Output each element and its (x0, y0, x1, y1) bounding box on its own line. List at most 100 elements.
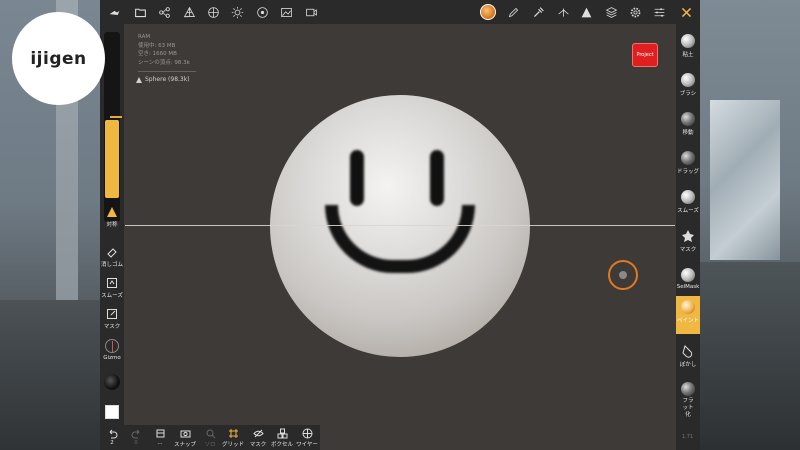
scene-tree-icon[interactable] (156, 4, 172, 20)
tool-smooth[interactable]: スムーズ (676, 186, 700, 224)
mask-icon (107, 309, 117, 319)
tool-brush[interactable]: ブラシ (676, 69, 700, 107)
symmetry-toggle[interactable]: 対称 (100, 206, 124, 228)
mesh-selector[interactable]: Sphere (98.3k) (136, 76, 190, 83)
drag-icon (681, 151, 695, 165)
sliders-icon[interactable] (651, 4, 667, 20)
undo-icon (109, 429, 117, 439)
blur-drop-icon (682, 345, 693, 358)
top-toolbar: ... (100, 0, 700, 24)
layer-stack-icon (156, 429, 164, 438)
eraser-button[interactable]: 消しゴム (100, 246, 124, 268)
tool-blur-label: ぼかし (679, 362, 697, 368)
tool-flatten-label: フラット化 (682, 398, 694, 418)
wireframe-label: ワイヤー (296, 442, 318, 448)
tool-clay[interactable]: 粘土 (676, 30, 700, 68)
topology-sub-dots: ... (184, 15, 189, 20)
redo-count: 0 (134, 440, 138, 446)
layers-icon[interactable] (603, 4, 619, 20)
mask-visibility-label: マスク (249, 442, 267, 448)
tool-drag-label: ドラッグ (676, 169, 699, 175)
flatten-icon (681, 382, 695, 396)
stats-ram: RAM (138, 34, 151, 40)
redo-icon (131, 429, 139, 439)
selmask-icon (681, 268, 695, 282)
mask-button[interactable]: マスク (100, 308, 124, 330)
tool-mask[interactable]: マスク (676, 225, 700, 263)
paint-color-icon[interactable] (480, 4, 496, 20)
tool-move-label: 移動 (682, 130, 694, 136)
mesh-triangle-icon (136, 76, 142, 83)
smooth-button[interactable]: スムーズ (100, 277, 124, 299)
painted-right-eye (430, 150, 444, 206)
material-icon[interactable] (205, 4, 221, 20)
channel-logo: ijigen (12, 12, 105, 105)
project-button-label: Project (636, 52, 654, 58)
project-button[interactable]: Project (632, 43, 658, 67)
primary-color-swatch[interactable] (104, 374, 120, 390)
brush-intensity-slider[interactable] (105, 120, 119, 198)
right-tool-palette: 粘土 ブラシ 移動 ドラッグ スムーズ マスク SelMask ペイント ぼかし… (676, 24, 700, 450)
mask-tool-icon (682, 230, 694, 242)
radius-slider-thumb[interactable] (110, 116, 122, 118)
mask-visibility-button[interactable]: マスク (247, 428, 269, 448)
voxel-button[interactable]: ボクセル (270, 428, 294, 448)
paint-icon (681, 300, 695, 314)
brush-cursor[interactable] (608, 260, 638, 290)
gizmo-button[interactable]: Gizmo (100, 339, 124, 361)
mask-label: マスク (103, 324, 121, 330)
pen-icon[interactable] (505, 4, 521, 20)
picker-icon[interactable] (530, 4, 546, 20)
symmetry-icon[interactable] (555, 4, 571, 20)
tool-move[interactable]: 移動 (676, 108, 700, 146)
triangle-icon[interactable] (578, 4, 594, 20)
tool-mask-label: マスク (679, 247, 697, 253)
tool-blur[interactable]: ぼかし (676, 340, 700, 378)
background-floor-right (700, 262, 800, 450)
undo-button[interactable]: 2 (106, 428, 118, 446)
settings-icon[interactable] (627, 4, 643, 20)
wrench-icon[interactable] (106, 4, 122, 20)
sphere-mesh[interactable] (270, 95, 530, 357)
solo-button[interactable]: ソロ (203, 428, 217, 448)
tool-smooth-label: スムーズ (677, 208, 699, 214)
snap-button[interactable]: スナップ (173, 428, 197, 448)
wireframe-button[interactable]: ワイヤー (295, 428, 319, 448)
layer-stack-button[interactable]: ... (153, 428, 167, 446)
left-sidebar: 対称 消しゴム スムーズ マスク Gizmo (100, 24, 124, 450)
background-floor (0, 300, 100, 450)
tool-drag[interactable]: ドラッグ (676, 147, 700, 185)
tool-brush-label: ブラシ (679, 91, 697, 97)
postprocess-icon[interactable] (254, 4, 270, 20)
redo-button[interactable]: 0 (130, 428, 142, 446)
camera-snap-icon (180, 430, 190, 438)
symmetry-plane-line (125, 225, 675, 226)
mesh-name: Sphere (98.3k) (145, 76, 190, 83)
background-icon[interactable] (278, 4, 294, 20)
tool-paint-label: ペイント (676, 318, 699, 324)
smooth-label: スムーズ (101, 293, 123, 299)
folder-icon[interactable] (132, 4, 148, 20)
tools-icon[interactable] (678, 4, 694, 20)
secondary-color-swatch[interactable] (105, 405, 119, 419)
background-window (710, 100, 780, 260)
warning-triangle-icon (107, 207, 117, 217)
stats-divider (138, 71, 196, 72)
solo-search-icon (206, 429, 215, 439)
grid-button[interactable]: グリッド (221, 428, 245, 448)
smooth-tool-icon (681, 190, 695, 204)
video-icon[interactable] (303, 4, 319, 20)
move-icon (681, 112, 695, 126)
3d-viewport[interactable]: RAM 使用中: 63 MB 空き: 1660 MB シーンの頂点: 98.3k… (100, 0, 700, 450)
stats-vertices: シーンの頂点: 98.3k (138, 59, 190, 66)
light-icon[interactable] (229, 4, 245, 20)
logo-text: ijigen (30, 48, 87, 69)
grid-label: グリッド (221, 442, 244, 448)
tool-paint[interactable]: ペイント (676, 296, 700, 334)
painted-left-eye (350, 150, 364, 206)
smooth-icon (107, 278, 117, 288)
tool-selmask-label: SelMask (676, 284, 700, 290)
version-label: 1.71 (682, 434, 694, 440)
tool-flatten[interactable]: フラット化 (676, 378, 700, 422)
painted-smile (325, 205, 475, 273)
